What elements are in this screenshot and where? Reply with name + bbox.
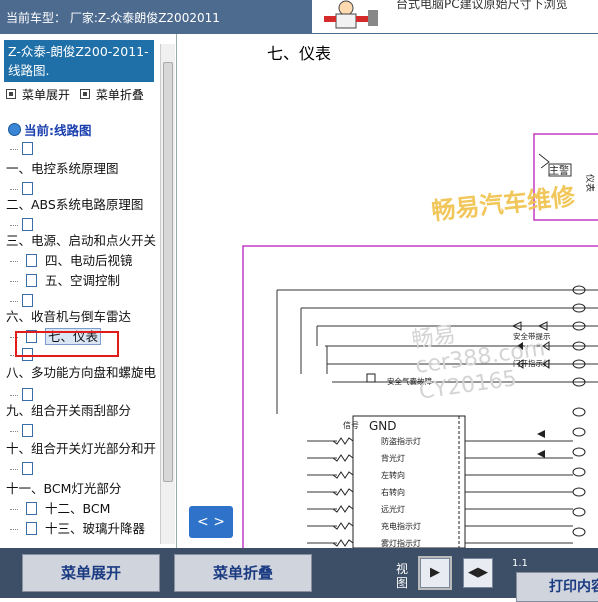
banner-hint: 台式电脑PC建议原始尺寸下浏览 [396, 0, 568, 11]
sidebar-collapse-link[interactable]: 菜单折叠 [96, 88, 144, 102]
tree-item-label: 十、组合开关灯光部分和开 [6, 441, 157, 456]
document-icon [22, 182, 33, 195]
diagram-label-gnd: GND [369, 419, 397, 433]
tree-item[interactable] [10, 140, 41, 158]
document-icon [26, 502, 37, 515]
tree-item[interactable]: 四、电动后视镜 [10, 252, 133, 270]
tree-item[interactable]: 十三、玻璃升降器 [10, 520, 146, 538]
connector-pin [572, 507, 586, 517]
selection-highlight-box [15, 331, 119, 357]
diagram-lamp-label: 雾灯指示灯 [381, 538, 421, 548]
document-icon [22, 294, 33, 307]
tree-item-label: 二、ABS系统电路原理图 [6, 197, 144, 212]
diagram-label-main-warning: 主警 [549, 164, 569, 177]
tree-item-label: 五、空调控制 [45, 273, 121, 288]
sidebar: Z-众泰-朗俊Z200-2011- 线路图. 菜单展开 菜单折叠 当前:线路图 … [0, 34, 177, 548]
tree-item[interactable]: 一、电控系统原理图 [6, 160, 119, 178]
top-bar: 当前车型： 厂家:Z-众泰朗俊Z2002011 台式电脑PC建议原始尺寸下浏览 [0, 0, 598, 35]
connector-pin [572, 487, 586, 497]
tree-item[interactable]: 五、空调控制 [10, 272, 121, 290]
expand-square-icon [6, 89, 16, 99]
prev-next-button[interactable]: < > [189, 506, 233, 538]
tree-item[interactable]: 九、组合开关雨刮部分 [6, 402, 131, 420]
banner: 台式电脑PC建议原始尺寸下浏览 [312, 0, 598, 33]
diagram-label-signal: 信号 [343, 420, 359, 430]
tree-item-label: 四、电动后视镜 [45, 253, 133, 268]
tree-item-label: 三、电源、启动和点火开关 [6, 233, 157, 248]
connector-pin [572, 447, 586, 457]
tree-item-label: 九、组合开关雨刮部分 [6, 403, 132, 418]
collapse-square-icon [79, 89, 90, 99]
document-icon [22, 142, 33, 155]
sidebar-expand-link[interactable]: 菜单展开 [22, 88, 70, 102]
connector-pin [572, 407, 586, 417]
tree-item-label: 十三、玻璃升降器 [45, 521, 146, 536]
tree-item-label: 十二、BCM [45, 501, 111, 516]
tree-item-label: 一、电控系统原理图 [6, 161, 119, 176]
document-icon [22, 388, 33, 401]
tree-item[interactable]: 二、ABS系统电路原理图 [6, 196, 143, 214]
sidebar-scrollbar[interactable] [160, 44, 175, 544]
menu-collapse-button[interactable]: 菜单折叠 [174, 554, 312, 592]
tree-item[interactable]: 十二、BCM [10, 500, 111, 518]
tree-item[interactable] [10, 460, 41, 478]
bottom-toolbar: 菜单展开 菜单折叠 视图 ▶ ◀▶ 1.1 打印内容 [0, 548, 598, 602]
document-icon [22, 424, 33, 437]
tree-item[interactable]: 八、多功能方向盘和螺旋电 [6, 364, 156, 382]
globe-icon [8, 123, 21, 136]
sidebar-title: Z-众泰-朗俊Z200-2011- 线路图. [4, 40, 154, 82]
menu-expand-button[interactable]: 菜单展开 [22, 554, 160, 592]
diagram-lamp-label: 远光灯 [381, 504, 405, 514]
tree-item[interactable]: 三、电源、启动和点火开关 [6, 232, 156, 250]
document-icon [26, 254, 37, 267]
tree-item-label: 六、收音机与倒车雷达 [6, 309, 132, 324]
wiring-diagram: 主警 仪表 安全带提示 门开指示灯 安全气囊故障 信号 GND 防盗指示灯背光灯… [242, 133, 598, 548]
tree-item[interactable]: 六、收音机与倒车雷达 [6, 308, 131, 326]
tree-current-label: 当前:线路图 [24, 123, 92, 138]
document-icon [22, 462, 33, 475]
mascot-icon [312, 0, 390, 33]
tree-item[interactable] [10, 422, 41, 440]
view-single-button[interactable]: ▶ [418, 556, 452, 590]
tree-current[interactable]: 当前:线路图 [8, 122, 92, 140]
content-area: 七、仪表 主警 仪表 安全带提示 门开指示灯 安全气囊故障 信号 GND 防盗指… [177, 34, 598, 548]
current-vehicle-label: 当前车型： 厂家:Z-众泰朗俊Z2002011 [6, 11, 220, 25]
view-label: 视图 [396, 562, 409, 590]
tree-item-label: 八、多功能方向盘和螺旋电 [6, 365, 157, 380]
connector-pin [572, 427, 586, 437]
diagram-lamp-label: 右转向 [381, 487, 405, 497]
document-icon [26, 274, 37, 287]
diagram-label-meter: 仪表 [584, 174, 596, 192]
connector-pin [572, 527, 586, 537]
view-split-button[interactable]: ◀▶ [463, 558, 493, 588]
connector-pin [572, 467, 586, 477]
diagram-lamp-label: 防盗指示灯 [381, 436, 421, 446]
sidebar-scroll-thumb[interactable] [163, 62, 173, 482]
tree-item[interactable]: 十一、BCM灯光部分 [6, 480, 121, 498]
diagram-lamp-label: 充电指示灯 [381, 521, 421, 531]
tree-item[interactable]: 十、组合开关灯光部分和开 [6, 440, 156, 458]
diagram-lamp-label: 左转向 [381, 470, 405, 480]
document-icon [22, 218, 33, 231]
tree-item-label: 十一、BCM灯光部分 [6, 481, 122, 496]
diagram-lamp-label: 背光灯 [381, 453, 405, 463]
page-number: 1.1 [512, 558, 528, 569]
sidebar-toggles: 菜单展开 菜单折叠 [4, 86, 144, 103]
document-icon [26, 522, 37, 535]
